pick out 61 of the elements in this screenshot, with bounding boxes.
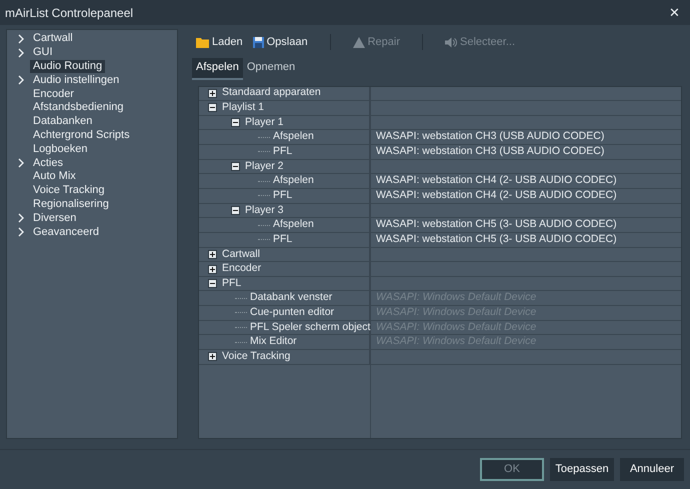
device-value: WASAPI: webstation CH4 (2- USB AUDIO CODEC) <box>376 173 617 188</box>
collapse-icon[interactable] <box>231 206 240 215</box>
device-value: WASAPI: webstation CH4 (2- USB AUDIO CODEC) <box>376 188 617 203</box>
tree-item-label[interactable]: Encoder <box>222 261 262 277</box>
collapse-icon[interactable] <box>231 118 240 128</box>
device-value: WASAPI: webstation CH5 (3- USB AUDIO CODEC) <box>376 217 617 232</box>
tree-item-label[interactable]: Afspelen <box>273 217 314 233</box>
warning-icon <box>352 36 365 48</box>
expand-icon[interactable] <box>208 352 217 362</box>
expand-icon[interactable] <box>208 250 217 259</box>
tree-item-label[interactable]: PFL <box>222 276 242 292</box>
tree-item-label[interactable]: Player 1 <box>245 114 284 130</box>
tree-item-label[interactable]: Cartwall <box>222 246 260 262</box>
tree-item-label[interactable]: PFL <box>273 188 292 204</box>
tree-item-label[interactable]: Voice Tracking <box>222 348 290 365</box>
dialog-button[interactable]: Annuleer <box>620 458 684 481</box>
collapse-icon[interactable] <box>208 279 217 288</box>
tree-item-label[interactable]: Afspelen <box>273 129 314 146</box>
tree-item-label[interactable]: Player 3 <box>245 202 284 218</box>
sidebar-item[interactable]: Logboeken <box>30 142 90 156</box>
collapse-icon[interactable] <box>208 103 217 112</box>
sidebar-item[interactable]: Encoder <box>30 88 77 101</box>
device-value: WASAPI: webstation CH3 (USB AUDIO CODEC) <box>376 129 604 144</box>
tree-item-label[interactable]: Afspelen <box>273 173 314 190</box>
device-value: WASAPI: webstation CH3 (USB AUDIO CODEC) <box>376 144 604 160</box>
toolbar-button[interactable]: Laden <box>194 34 245 50</box>
sidebar-item[interactable]: Geavanceerd <box>30 226 102 239</box>
tree-item-label[interactable]: PFL Speler scherm object <box>250 320 370 336</box>
window-title: mAirList Controlepaneel <box>5 4 134 22</box>
sidebar-item[interactable]: Diversen <box>30 212 80 225</box>
tree-item-label[interactable]: Player 2 <box>245 158 284 174</box>
sidebar-item[interactable]: Acties <box>30 156 66 170</box>
dialog-button[interactable]: Toepassen <box>550 458 614 481</box>
speaker-icon <box>444 36 457 48</box>
save-icon <box>252 36 264 48</box>
tree-item-label[interactable]: Mix Editor <box>250 334 297 350</box>
tree-item-label[interactable]: PFL <box>273 232 292 248</box>
tree-item-label[interactable]: Playlist 1 <box>222 100 264 116</box>
tree-item-label[interactable]: Standaard apparaten <box>222 85 321 102</box>
expand-icon[interactable] <box>208 264 217 274</box>
expand-icon[interactable] <box>208 88 217 98</box>
sidebar-item[interactable]: Voice Tracking <box>30 184 108 198</box>
close-button[interactable]: ✕ <box>667 6 682 19</box>
sidebar-item[interactable]: Audio Routing <box>30 60 106 73</box>
sidebar-item[interactable]: Auto Mix <box>30 170 79 184</box>
toolbar-button[interactable]: Opslaan <box>250 34 310 50</box>
device-value: WASAPI: webstation CH5 (3- USB AUDIO CODEC) <box>376 232 617 247</box>
tree-item-label[interactable]: Databank venster <box>250 290 332 306</box>
sidebar-item[interactable]: Afstandsbediening <box>30 101 127 114</box>
collapse-icon[interactable] <box>231 162 240 172</box>
tree-item-label[interactable]: Cue-punten editor <box>250 305 334 321</box>
tab[interactable]: Afspelen <box>192 58 243 80</box>
sidebar-item[interactable]: Databanken <box>30 115 96 128</box>
sidebar-item[interactable]: Regionalisering <box>30 198 112 211</box>
tab[interactable]: Opnemen <box>242 58 300 80</box>
folder-icon <box>196 36 209 48</box>
sidebar-item[interactable]: Achtergrond Scripts <box>30 128 133 142</box>
sidebar-item[interactable]: Audio instellingen <box>30 74 122 87</box>
sidebar-item[interactable]: GUI <box>30 46 56 60</box>
sidebar-item[interactable]: Cartwall <box>30 32 76 46</box>
tree-item-label[interactable]: PFL <box>273 144 292 160</box>
